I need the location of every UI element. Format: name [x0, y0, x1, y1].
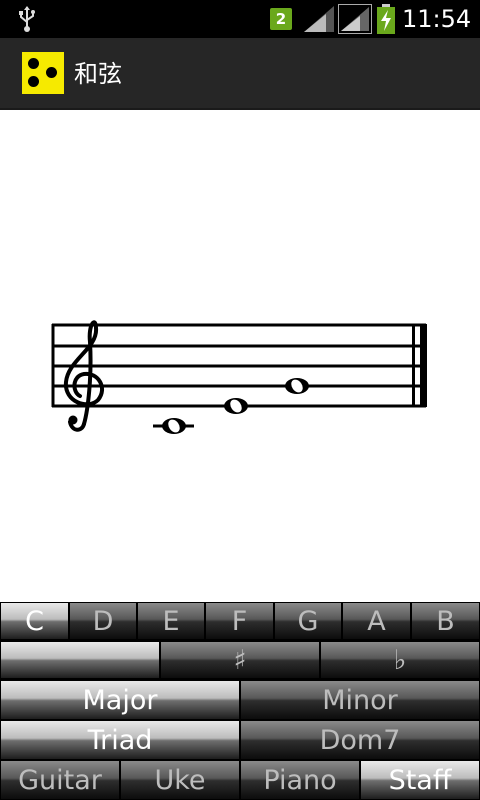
note-button-d[interactable]: D [69, 602, 137, 640]
signal-strength-icon [338, 4, 372, 34]
braille-dots-icon[interactable] [22, 52, 64, 94]
chord-selector: C D E F G A B ♯ ♭ Major Minor Triad Dom7… [0, 602, 480, 800]
uke-view-button[interactable]: Uke [120, 760, 240, 800]
note-button-b[interactable]: B [411, 602, 480, 640]
note-button-f[interactable]: F [205, 602, 274, 640]
status-bar: 2 11:54 [0, 0, 480, 38]
dom7-button[interactable]: Dom7 [240, 720, 480, 760]
music-staff [51, 320, 427, 434]
staff-view [0, 110, 480, 602]
note-button-a[interactable]: A [342, 602, 411, 640]
note-c4 [162, 418, 186, 434]
flat-button[interactable]: ♭ [320, 641, 480, 679]
natural-button[interactable] [0, 641, 160, 679]
battery-charging-icon [377, 4, 395, 34]
sharp-button[interactable]: ♯ [160, 641, 320, 679]
usb-icon [19, 6, 35, 32]
clock: 11:54 [402, 5, 472, 33]
guitar-view-button[interactable]: Guitar [0, 760, 120, 800]
note-button-e[interactable]: E [137, 602, 205, 640]
minor-button[interactable]: Minor [240, 680, 480, 720]
note-button-c[interactable]: C [0, 602, 69, 640]
note-row: C D E F G A B [0, 602, 480, 640]
signal-icon [304, 6, 334, 32]
major-button[interactable]: Major [0, 680, 240, 720]
accidental-row: ♯ ♭ [0, 641, 480, 679]
note-g4 [285, 378, 309, 394]
view-row: Guitar Uke Piano Staff [0, 760, 480, 800]
triad-button[interactable]: Triad [0, 720, 240, 760]
note-button-g[interactable]: G [274, 602, 342, 640]
treble-clef-icon [63, 320, 104, 432]
note-e4 [224, 398, 248, 414]
notification-badge: 2 [270, 8, 292, 30]
action-bar: 和弦 [0, 38, 480, 110]
piano-view-button[interactable]: Piano [240, 760, 360, 800]
staff-view-button[interactable]: Staff [360, 760, 480, 800]
staff-lines [51, 323, 426, 408]
quality-row: Major Minor [0, 680, 480, 720]
page-title: 和弦 [74, 60, 122, 88]
chord-type-row: Triad Dom7 [0, 720, 480, 760]
